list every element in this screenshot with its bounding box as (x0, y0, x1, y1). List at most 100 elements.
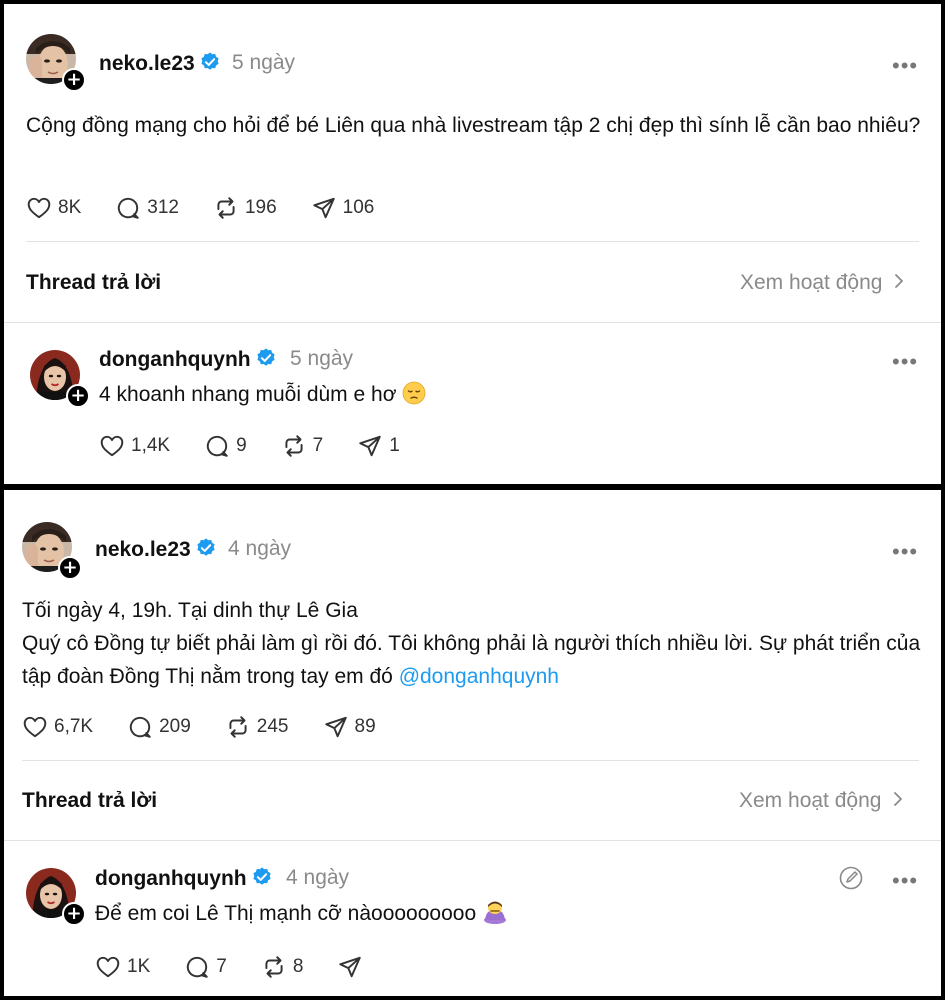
repost-icon (261, 954, 287, 980)
heart-icon (99, 433, 125, 459)
verified-badge-icon (255, 347, 277, 369)
more-dots-icon[interactable]: ••• (892, 55, 918, 77)
username-text[interactable]: neko.le23 (99, 52, 195, 75)
comment-button[interactable]: 312 (115, 195, 179, 221)
share-button[interactable] (337, 954, 369, 980)
repost-icon (281, 433, 307, 459)
share-count: 1 (389, 435, 400, 456)
view-activity-link[interactable]: Xem hoạt động (739, 789, 903, 813)
more-dots-icon[interactable]: ••• (892, 351, 918, 373)
comment-button[interactable]: 9 (204, 433, 247, 459)
post-username[interactable]: neko.le23 (95, 537, 217, 562)
reply-username[interactable]: donganhquynh (99, 347, 277, 372)
post-text-paragraph: Quý cô Đồng tự biết phải làm gì rồi đó. … (22, 627, 927, 693)
username-text[interactable]: neko.le23 (95, 538, 191, 561)
thread-replies-label: Thread trả lời (22, 789, 158, 812)
comment-button[interactable]: 209 (127, 714, 191, 740)
reply-text: 4 khoanh nhang muỗi dùm e hơ (99, 383, 397, 406)
like-button[interactable]: 1,4K (99, 433, 170, 459)
reply-avatar[interactable]: + (26, 868, 86, 926)
follow-plus-icon[interactable]: + (62, 68, 86, 92)
reply-text: Để em coi Lê Thị mạnh cỡ nàooooooooo (95, 902, 477, 925)
view-activity-text: Xem hoạt động (740, 271, 883, 294)
repost-button[interactable]: 196 (213, 195, 277, 221)
repost-count: 196 (244, 197, 277, 218)
repost-button[interactable]: 245 (225, 714, 289, 740)
username-text[interactable]: donganhquynh (95, 867, 247, 890)
divider (22, 760, 919, 761)
avatar[interactable]: + (22, 522, 82, 580)
chevron-right-icon (893, 789, 903, 813)
send-icon (337, 954, 363, 980)
repost-count: 7 (312, 435, 324, 456)
heart-icon (26, 195, 52, 221)
reply-time: 4 ngày (286, 866, 350, 889)
verified-badge-icon (199, 51, 221, 73)
comment-icon (127, 714, 153, 740)
comment-count: 312 (147, 197, 179, 218)
send-icon (357, 433, 383, 459)
divider (4, 840, 941, 841)
repost-icon (213, 195, 239, 221)
username-text[interactable]: donganhquynh (99, 348, 251, 371)
share-button[interactable]: 89 (323, 714, 376, 740)
avatar[interactable]: + (26, 34, 86, 92)
like-button[interactable]: 1K (95, 954, 150, 980)
follow-plus-icon[interactable]: + (66, 384, 90, 408)
action-bar: 8K 312 196 106 (26, 193, 408, 223)
repost-icon (225, 714, 251, 740)
action-bar: 1K 7 8 (95, 952, 403, 982)
repost-button[interactable]: 8 (261, 954, 304, 980)
comment-icon (184, 954, 210, 980)
reply-text-row: 4 khoanh nhang muỗi dùm e hơ (99, 378, 426, 411)
comment-count: 9 (236, 435, 247, 456)
like-button[interactable]: 8K (26, 195, 81, 221)
heart-icon (95, 954, 121, 980)
post-time: 5 ngày (232, 51, 296, 74)
thread-panel-1: + neko.le23 5 ngày ••• Cộng đồng mạng ch… (4, 4, 941, 484)
post-time: 4 ngày (228, 537, 292, 560)
follow-plus-icon[interactable]: + (62, 902, 86, 926)
divider (4, 322, 941, 323)
like-count: 8K (58, 197, 82, 218)
verified-badge-icon (251, 866, 273, 888)
repost-count: 8 (292, 956, 304, 977)
view-activity-text: Xem hoạt động (739, 789, 882, 812)
comment-icon (115, 195, 141, 221)
heart-icon (22, 714, 48, 740)
post-username[interactable]: neko.le23 (99, 51, 221, 76)
more-dots-icon[interactable]: ••• (892, 541, 918, 563)
post-text: Tối ngày 4, 19h. Tại dinh thự Lê Gia Quý… (22, 594, 927, 693)
pensive-face-emoji-icon (403, 381, 426, 405)
share-count: 89 (354, 716, 376, 737)
like-count: 1,4K (131, 435, 171, 456)
reply-time: 5 ngày (290, 347, 354, 370)
more-dots-icon[interactable]: ••• (892, 870, 918, 892)
divider (26, 241, 919, 242)
post-text: Cộng đồng mạng cho hỏi để bé Liên qua nh… (26, 114, 921, 137)
like-button[interactable]: 6,7K (22, 714, 93, 740)
reply-text-row: Để em coi Lê Thị mạnh cỡ nàooooooooo (95, 897, 508, 930)
mention-link[interactable]: @donganhquynh (399, 665, 559, 688)
action-bar: 6,7K 209 245 89 (22, 712, 410, 742)
send-icon (323, 714, 349, 740)
share-button[interactable]: 106 (311, 195, 375, 221)
comment-button[interactable]: 7 (184, 954, 227, 980)
post-text-line: Tối ngày 4, 19h. Tại dinh thự Lê Gia (22, 599, 358, 622)
reply-username[interactable]: donganhquynh (95, 866, 273, 891)
reply-avatar[interactable]: + (30, 350, 90, 408)
view-activity-link[interactable]: Xem hoạt động (740, 271, 904, 295)
like-count: 1K (127, 956, 151, 977)
repost-button[interactable]: 7 (281, 433, 324, 459)
action-bar: 1,4K 9 7 1 (99, 431, 434, 461)
follow-plus-icon[interactable]: + (58, 556, 82, 580)
edit-icon[interactable] (838, 865, 864, 896)
repost-count: 245 (256, 716, 289, 737)
bowing-person-emoji-icon (484, 901, 507, 924)
share-button[interactable]: 1 (357, 433, 400, 459)
comment-count: 7 (216, 956, 227, 977)
comment-count: 209 (159, 716, 191, 737)
chevron-right-icon (894, 271, 904, 295)
send-icon (311, 195, 337, 221)
share-count: 106 (342, 197, 375, 218)
